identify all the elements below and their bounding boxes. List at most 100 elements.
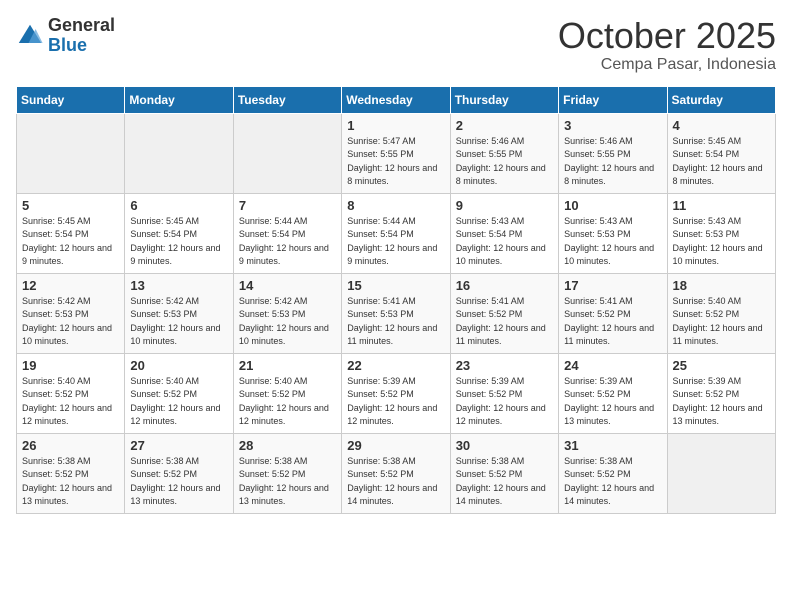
calendar-cell: 2 Sunrise: 5:46 AMSunset: 5:55 PMDayligh… — [450, 113, 558, 193]
day-info: Sunrise: 5:40 AMSunset: 5:52 PMDaylight:… — [673, 295, 770, 349]
calendar-cell: 1 Sunrise: 5:47 AMSunset: 5:55 PMDayligh… — [342, 113, 450, 193]
logo: General Blue — [16, 16, 115, 56]
day-number: 7 — [239, 198, 336, 213]
calendar-cell: 24 Sunrise: 5:39 AMSunset: 5:52 PMDaylig… — [559, 353, 667, 433]
day-info: Sunrise: 5:44 AMSunset: 5:54 PMDaylight:… — [347, 215, 444, 269]
day-info: Sunrise: 5:46 AMSunset: 5:55 PMDaylight:… — [564, 135, 661, 189]
day-info: Sunrise: 5:39 AMSunset: 5:52 PMDaylight:… — [673, 375, 770, 429]
calendar-cell: 12 Sunrise: 5:42 AMSunset: 5:53 PMDaylig… — [17, 273, 125, 353]
day-number: 2 — [456, 118, 553, 133]
calendar-cell: 8 Sunrise: 5:44 AMSunset: 5:54 PMDayligh… — [342, 193, 450, 273]
calendar-cell: 7 Sunrise: 5:44 AMSunset: 5:54 PMDayligh… — [233, 193, 341, 273]
calendar-week-row: 26 Sunrise: 5:38 AMSunset: 5:52 PMDaylig… — [17, 433, 776, 513]
weekday-header: Monday — [125, 86, 233, 113]
calendar-week-row: 1 Sunrise: 5:47 AMSunset: 5:55 PMDayligh… — [17, 113, 776, 193]
calendar-table: SundayMondayTuesdayWednesdayThursdayFrid… — [16, 86, 776, 514]
calendar-cell: 16 Sunrise: 5:41 AMSunset: 5:52 PMDaylig… — [450, 273, 558, 353]
weekday-header: Wednesday — [342, 86, 450, 113]
weekday-header-row: SundayMondayTuesdayWednesdayThursdayFrid… — [17, 86, 776, 113]
day-number: 20 — [130, 358, 227, 373]
day-number: 21 — [239, 358, 336, 373]
day-info: Sunrise: 5:39 AMSunset: 5:52 PMDaylight:… — [347, 375, 444, 429]
day-info: Sunrise: 5:45 AMSunset: 5:54 PMDaylight:… — [673, 135, 770, 189]
day-number: 6 — [130, 198, 227, 213]
calendar-cell — [667, 433, 775, 513]
calendar-cell: 23 Sunrise: 5:39 AMSunset: 5:52 PMDaylig… — [450, 353, 558, 433]
day-number: 12 — [22, 278, 119, 293]
day-info: Sunrise: 5:38 AMSunset: 5:52 PMDaylight:… — [347, 455, 444, 509]
day-number: 29 — [347, 438, 444, 453]
calendar-week-row: 5 Sunrise: 5:45 AMSunset: 5:54 PMDayligh… — [17, 193, 776, 273]
day-info: Sunrise: 5:46 AMSunset: 5:55 PMDaylight:… — [456, 135, 553, 189]
calendar-cell: 26 Sunrise: 5:38 AMSunset: 5:52 PMDaylig… — [17, 433, 125, 513]
day-info: Sunrise: 5:38 AMSunset: 5:52 PMDaylight:… — [239, 455, 336, 509]
day-info: Sunrise: 5:39 AMSunset: 5:52 PMDaylight:… — [564, 375, 661, 429]
day-number: 9 — [456, 198, 553, 213]
weekday-header: Sunday — [17, 86, 125, 113]
calendar-cell: 6 Sunrise: 5:45 AMSunset: 5:54 PMDayligh… — [125, 193, 233, 273]
day-number: 26 — [22, 438, 119, 453]
calendar-cell: 3 Sunrise: 5:46 AMSunset: 5:55 PMDayligh… — [559, 113, 667, 193]
day-info: Sunrise: 5:38 AMSunset: 5:52 PMDaylight:… — [564, 455, 661, 509]
weekday-header: Thursday — [450, 86, 558, 113]
calendar-cell — [125, 113, 233, 193]
day-number: 23 — [456, 358, 553, 373]
calendar-cell: 4 Sunrise: 5:45 AMSunset: 5:54 PMDayligh… — [667, 113, 775, 193]
day-info: Sunrise: 5:42 AMSunset: 5:53 PMDaylight:… — [130, 295, 227, 349]
calendar-cell: 17 Sunrise: 5:41 AMSunset: 5:52 PMDaylig… — [559, 273, 667, 353]
day-info: Sunrise: 5:41 AMSunset: 5:53 PMDaylight:… — [347, 295, 444, 349]
day-info: Sunrise: 5:44 AMSunset: 5:54 PMDaylight:… — [239, 215, 336, 269]
calendar-cell: 22 Sunrise: 5:39 AMSunset: 5:52 PMDaylig… — [342, 353, 450, 433]
calendar-cell: 29 Sunrise: 5:38 AMSunset: 5:52 PMDaylig… — [342, 433, 450, 513]
day-info: Sunrise: 5:41 AMSunset: 5:52 PMDaylight:… — [564, 295, 661, 349]
calendar-cell: 20 Sunrise: 5:40 AMSunset: 5:52 PMDaylig… — [125, 353, 233, 433]
calendar-cell: 15 Sunrise: 5:41 AMSunset: 5:53 PMDaylig… — [342, 273, 450, 353]
weekday-header: Tuesday — [233, 86, 341, 113]
day-number: 15 — [347, 278, 444, 293]
day-info: Sunrise: 5:40 AMSunset: 5:52 PMDaylight:… — [239, 375, 336, 429]
calendar-cell: 13 Sunrise: 5:42 AMSunset: 5:53 PMDaylig… — [125, 273, 233, 353]
day-number: 30 — [456, 438, 553, 453]
day-number: 16 — [456, 278, 553, 293]
day-number: 25 — [673, 358, 770, 373]
day-number: 10 — [564, 198, 661, 213]
day-number: 5 — [22, 198, 119, 213]
calendar-cell: 31 Sunrise: 5:38 AMSunset: 5:52 PMDaylig… — [559, 433, 667, 513]
calendar-cell: 21 Sunrise: 5:40 AMSunset: 5:52 PMDaylig… — [233, 353, 341, 433]
day-info: Sunrise: 5:38 AMSunset: 5:52 PMDaylight:… — [22, 455, 119, 509]
calendar-cell: 19 Sunrise: 5:40 AMSunset: 5:52 PMDaylig… — [17, 353, 125, 433]
logo-icon — [16, 22, 44, 50]
day-number: 4 — [673, 118, 770, 133]
calendar-cell: 25 Sunrise: 5:39 AMSunset: 5:52 PMDaylig… — [667, 353, 775, 433]
day-info: Sunrise: 5:43 AMSunset: 5:53 PMDaylight:… — [673, 215, 770, 269]
day-number: 18 — [673, 278, 770, 293]
day-number: 1 — [347, 118, 444, 133]
day-info: Sunrise: 5:40 AMSunset: 5:52 PMDaylight:… — [22, 375, 119, 429]
weekday-header: Saturday — [667, 86, 775, 113]
day-number: 11 — [673, 198, 770, 213]
day-number: 3 — [564, 118, 661, 133]
calendar-cell: 27 Sunrise: 5:38 AMSunset: 5:52 PMDaylig… — [125, 433, 233, 513]
day-info: Sunrise: 5:39 AMSunset: 5:52 PMDaylight:… — [456, 375, 553, 429]
calendar-cell: 18 Sunrise: 5:40 AMSunset: 5:52 PMDaylig… — [667, 273, 775, 353]
logo-general-text: General — [48, 15, 115, 35]
day-info: Sunrise: 5:47 AMSunset: 5:55 PMDaylight:… — [347, 135, 444, 189]
day-info: Sunrise: 5:38 AMSunset: 5:52 PMDaylight:… — [456, 455, 553, 509]
title-block: October 2025 Cempa Pasar, Indonesia — [558, 16, 776, 74]
day-info: Sunrise: 5:43 AMSunset: 5:54 PMDaylight:… — [456, 215, 553, 269]
calendar-cell: 14 Sunrise: 5:42 AMSunset: 5:53 PMDaylig… — [233, 273, 341, 353]
day-number: 17 — [564, 278, 661, 293]
calendar-cell — [17, 113, 125, 193]
day-number: 13 — [130, 278, 227, 293]
calendar-title: October 2025 — [558, 16, 776, 56]
day-number: 22 — [347, 358, 444, 373]
calendar-cell: 30 Sunrise: 5:38 AMSunset: 5:52 PMDaylig… — [450, 433, 558, 513]
calendar-cell: 28 Sunrise: 5:38 AMSunset: 5:52 PMDaylig… — [233, 433, 341, 513]
day-number: 14 — [239, 278, 336, 293]
weekday-header: Friday — [559, 86, 667, 113]
page-header: General Blue October 2025 Cempa Pasar, I… — [16, 16, 776, 74]
day-info: Sunrise: 5:43 AMSunset: 5:53 PMDaylight:… — [564, 215, 661, 269]
logo-blue-text: Blue — [48, 35, 87, 55]
calendar-cell — [233, 113, 341, 193]
day-info: Sunrise: 5:41 AMSunset: 5:52 PMDaylight:… — [456, 295, 553, 349]
